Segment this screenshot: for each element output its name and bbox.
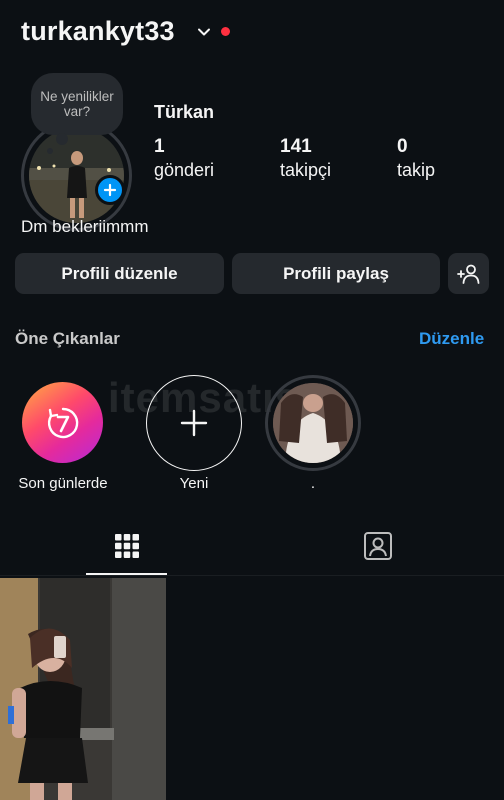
share-profile-button[interactable]: Profili paylaş (232, 253, 440, 294)
note-text: Ne yenilikler var? (40, 89, 114, 119)
profile-bio: Dm bekleriimmm (21, 217, 149, 236)
notification-dot (221, 27, 230, 36)
stat-following-value: 0 (397, 136, 408, 157)
highlight-item-label: . (310, 475, 316, 492)
plus-icon (103, 183, 117, 197)
highlight-new-button[interactable] (146, 375, 242, 471)
tab-tagged[interactable] (337, 522, 418, 570)
highlight-item-image[interactable] (273, 383, 353, 463)
highlight-recent[interactable] (22, 382, 103, 463)
profile-username[interactable]: turkankyt33 (21, 16, 175, 47)
stat-followers-label: takipçi (280, 160, 332, 180)
note-bubble[interactable]: Ne yenilikler var? (31, 73, 123, 135)
stat-followers-value: 141 (280, 136, 312, 157)
add-person-icon (456, 264, 479, 284)
stat-posts-value: 1 (154, 136, 165, 157)
plus-icon (180, 409, 208, 437)
note-bubble-tail-small (47, 148, 53, 154)
post-thumbnail[interactable] (0, 578, 166, 800)
discover-people-button[interactable] (448, 253, 489, 294)
stat-following-label: takip (397, 160, 436, 180)
tagged-icon (363, 532, 392, 560)
highlight-new-label: Yeni (179, 475, 209, 492)
profile-full-name: Türkan (154, 102, 215, 122)
highlight-photo (273, 383, 353, 463)
stat-posts-label: gönderi (154, 160, 215, 180)
add-story-button[interactable] (95, 175, 125, 205)
stat-following[interactable]: 0 takip (397, 136, 435, 181)
edit-profile-button[interactable]: Profili düzenle (15, 253, 224, 294)
grid-icon (114, 534, 139, 558)
tab-active-indicator (86, 573, 167, 575)
tab-divider (0, 575, 504, 576)
highlights-title: Öne Çıkanlar (15, 329, 120, 348)
highlight-recent-label: Son günlerde (18, 475, 108, 492)
post-photo (0, 578, 166, 800)
note-bubble-tail (56, 133, 68, 145)
chevron-down-icon[interactable] (196, 24, 212, 40)
tab-grid[interactable] (86, 522, 167, 570)
recent-7-icon (47, 407, 78, 438)
stat-followers[interactable]: 141 takipçi (280, 136, 331, 181)
stat-posts[interactable]: 1 gönderi (154, 136, 214, 181)
highlights-edit-link[interactable]: Düzenle (419, 329, 484, 349)
